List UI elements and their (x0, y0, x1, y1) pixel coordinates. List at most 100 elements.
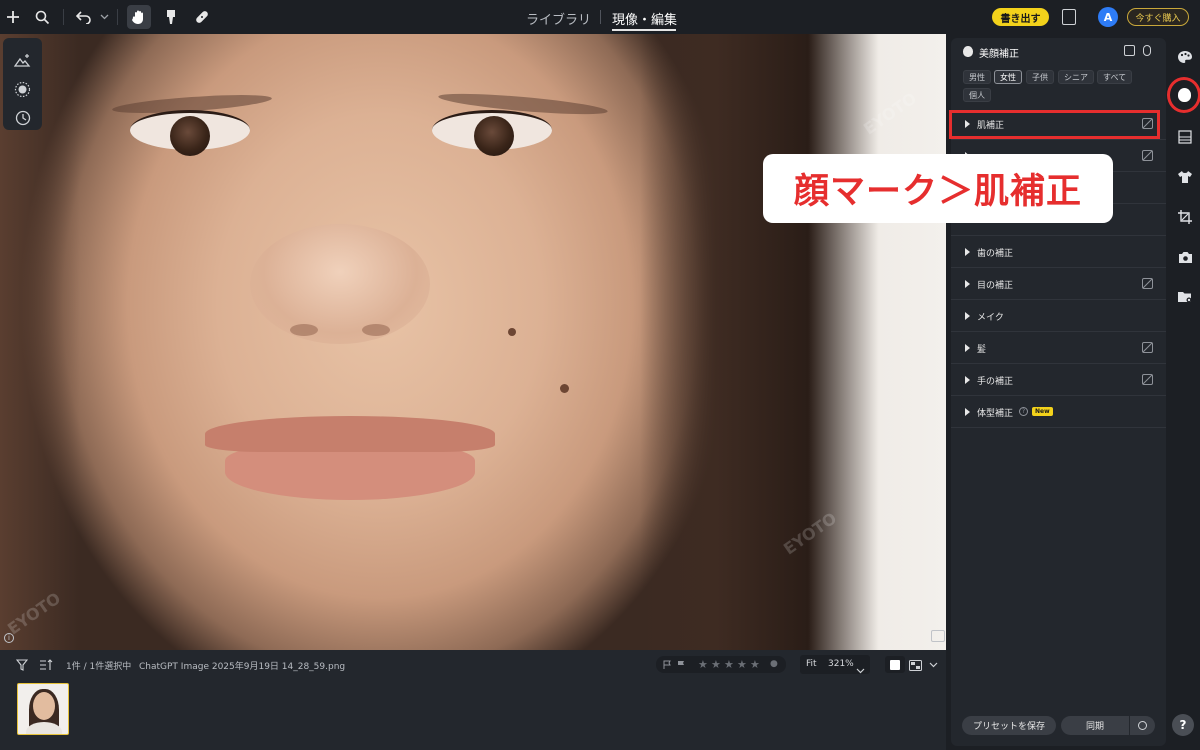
export-button[interactable]: 書き出す (992, 8, 1049, 26)
top-toolbar: ライブラリ 現像・編集 書き出す A 今すぐ購入 (0, 0, 1200, 34)
vignette-icon[interactable] (13, 80, 32, 99)
section-label: 手の補正 (977, 377, 1014, 387)
avatar[interactable]: A (1098, 7, 1118, 27)
save-preset-button[interactable]: プリセットを保存 (962, 716, 1056, 735)
new-badge: New (1032, 407, 1053, 416)
color-label-icon[interactable]: ● (770, 659, 778, 669)
section-eyes[interactable]: 目の補正 (951, 268, 1166, 300)
chip-male[interactable]: 男性 (963, 70, 991, 84)
zoom-control[interactable]: Fit 321% (800, 655, 870, 674)
info-icon[interactable]: i (4, 633, 14, 643)
highlight-box (949, 110, 1160, 139)
section-teeth[interactable]: 歯の補正 (951, 236, 1166, 268)
undo-icon[interactable] (74, 7, 94, 27)
star-icon[interactable]: ★ (750, 658, 760, 671)
annotation-callout: 顔マーク＞肌補正 (763, 154, 1113, 223)
chip-individual[interactable]: 個人 (963, 88, 991, 102)
star-icon[interactable]: ★ (737, 658, 747, 671)
section-hair[interactable]: 髪 (951, 332, 1166, 364)
sync-button[interactable]: 同期 (1061, 716, 1129, 735)
flag-icon[interactable] (660, 655, 674, 675)
raw-icon[interactable] (907, 655, 923, 675)
expand-triangle-icon (965, 376, 970, 384)
fit-button[interactable]: Fit (806, 659, 817, 669)
section-hands[interactable]: 手の補正 (951, 364, 1166, 396)
expand-triangle-icon (965, 312, 970, 320)
photo-iris (474, 116, 514, 156)
panel-title: 美顔補正 (979, 49, 1019, 60)
photo-editor-app: ライブラリ 現像・編集 書き出す A 今すぐ購入 EYOTO EYOTO EYO… (0, 0, 1200, 750)
tab-divider (600, 10, 601, 24)
palette-icon[interactable] (1176, 48, 1194, 66)
face-select-icon[interactable] (1124, 45, 1135, 56)
photo-canvas[interactable]: EYOTO EYOTO EYOTO (0, 34, 946, 650)
chevron-down-icon[interactable] (856, 659, 865, 678)
split-view-icon[interactable] (931, 630, 945, 642)
background-toggle[interactable] (885, 656, 905, 673)
search-icon[interactable] (32, 7, 52, 27)
help-icon[interactable]: ? (1019, 407, 1028, 416)
star-icon[interactable]: ★ (698, 658, 708, 671)
photo-mole (560, 384, 569, 393)
tab-library[interactable]: ライブラリ (526, 9, 591, 28)
buy-now-button[interactable]: 今すぐ購入 (1127, 8, 1189, 26)
section-label: 髪 (977, 345, 987, 355)
section-body-shape[interactable]: 体型補正 ? New (951, 396, 1166, 428)
camera-icon[interactable] (1176, 248, 1194, 266)
chip-senior[interactable]: シニア (1058, 70, 1094, 84)
add-icon[interactable] (3, 7, 23, 27)
reset-icon[interactable] (1142, 150, 1153, 161)
history-icon[interactable] (13, 108, 32, 127)
star-icon[interactable]: ★ (711, 658, 721, 671)
toolbar-divider (117, 9, 118, 25)
gradient-icon[interactable] (1176, 128, 1194, 146)
tshirt-icon[interactable] (1176, 168, 1194, 186)
compare-icon[interactable] (1062, 9, 1076, 25)
file-name: ChatGPT Image 2025年9月19日 14_28_59.png (139, 662, 346, 672)
chip-child[interactable]: 子供 (1026, 70, 1054, 84)
photo-mole (508, 328, 516, 336)
tab-develop-edit[interactable]: 現像・編集 (612, 9, 677, 28)
help-button[interactable]: ? (1172, 714, 1194, 736)
thumbnail-body (26, 722, 62, 734)
crop-icon[interactable] (1176, 208, 1194, 226)
chevron-down-icon[interactable] (926, 655, 940, 675)
reset-icon[interactable] (1142, 342, 1153, 353)
section-label: 目の補正 (977, 281, 1014, 291)
landscape-adjust-icon[interactable] (13, 51, 32, 70)
photo-lower-lip (225, 444, 475, 500)
star-icon[interactable]: ★ (724, 658, 734, 671)
filmstrip-thumbnail[interactable] (17, 683, 69, 735)
active-tab-indicator (612, 29, 676, 31)
face-icon (963, 46, 973, 57)
filmstrip: 1件 / 1件選択中 ChatGPT Image 2025年9月19日 14_2… (0, 650, 946, 750)
reset-icon[interactable] (1142, 278, 1153, 289)
photo-upper-lip (205, 416, 495, 452)
reset-icon[interactable] (1142, 374, 1153, 385)
face-icon[interactable] (1178, 88, 1191, 102)
section-label: 歯の補正 (977, 249, 1014, 259)
chip-all[interactable]: すべて (1097, 70, 1133, 84)
expand-triangle-icon (965, 248, 970, 256)
section-makeup[interactable]: メイク (951, 300, 1166, 332)
selection-count: 1件 / 1件選択中 (66, 662, 132, 672)
photo-nose (250, 224, 430, 344)
photo-iris (170, 116, 210, 156)
brush-icon[interactable] (161, 7, 181, 27)
reject-flag-icon[interactable] (674, 655, 688, 675)
expand-triangle-icon (965, 344, 970, 352)
chip-female[interactable]: 女性 (994, 70, 1022, 84)
expand-triangle-icon (965, 280, 970, 288)
toggle-view-icon[interactable] (1143, 45, 1151, 56)
section-label: 体型補正 (977, 409, 1014, 419)
toolbar-divider (63, 9, 64, 25)
zoom-level[interactable]: 321% (828, 659, 854, 669)
filter-icon[interactable] (12, 655, 32, 675)
hand-icon[interactable] (129, 7, 149, 27)
sort-icon[interactable] (36, 655, 56, 675)
bandage-icon[interactable] (192, 7, 212, 27)
sync-options-button[interactable] (1130, 716, 1155, 735)
folder-settings-icon[interactable] (1176, 288, 1194, 306)
photo-hair-right (640, 34, 946, 650)
chevron-down-icon[interactable] (94, 7, 114, 27)
